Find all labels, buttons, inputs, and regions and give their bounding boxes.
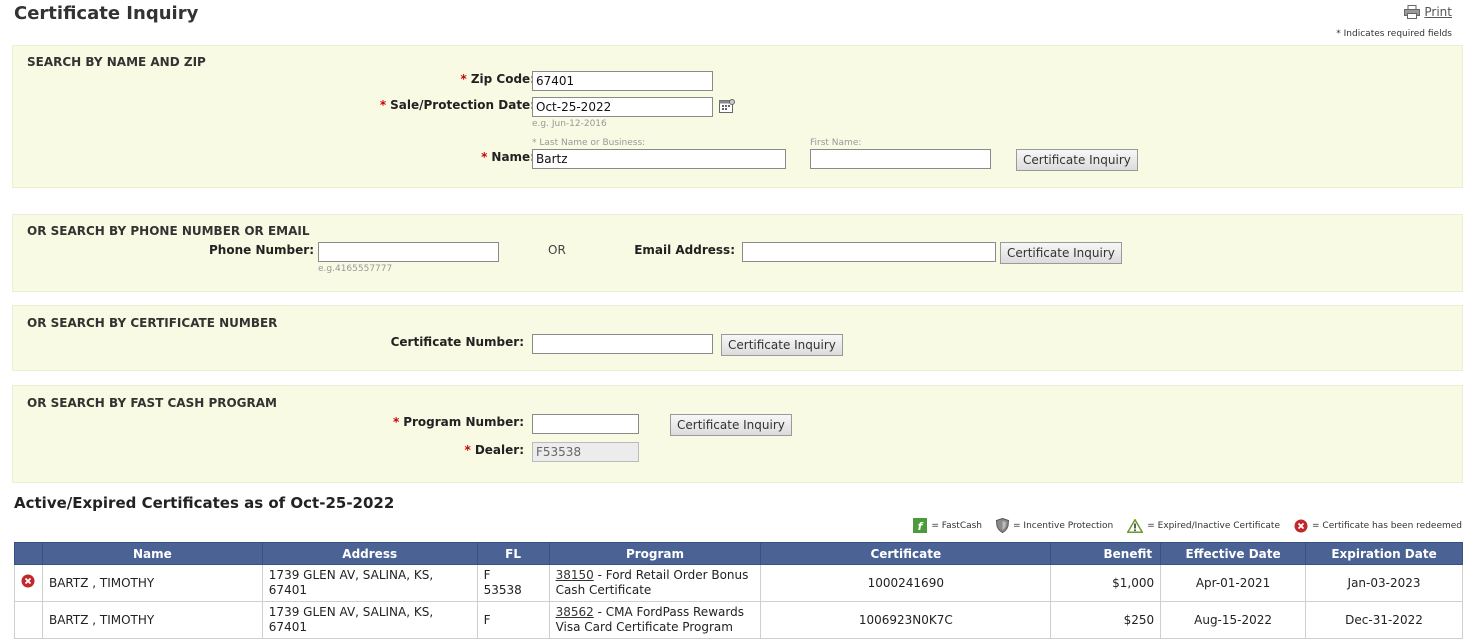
zip-code-input[interactable] <box>532 71 713 91</box>
search-by-fast-cash-panel: OR SEARCH BY FAST CASH PROGRAM * Program … <box>12 385 1463 483</box>
sale-protection-date-input[interactable] <box>532 97 713 117</box>
last-name-input[interactable] <box>532 149 786 169</box>
legend-expired: = Expired/Inactive Certificate <box>1127 518 1280 533</box>
row-benefit: $1,000 <box>1050 564 1162 602</box>
phone-format-hint: e.g.4165557777 <box>318 264 393 274</box>
certificate-inquiry-button-name[interactable]: Certificate Inquiry <box>1016 149 1138 171</box>
program-link[interactable]: 38562 <box>556 605 594 619</box>
first-name-input[interactable] <box>810 149 991 169</box>
dealer-input <box>532 442 639 462</box>
row-program: 38562 - CMA FordPass Rewards Visa Card Ce… <box>548 601 762 639</box>
calendar-icon[interactable] <box>719 98 735 118</box>
row-name: BARTZ , TIMOTHY <box>41 601 263 639</box>
program-number-label: * Program Number: <box>392 415 524 429</box>
row-address: 1739 GLEN AV, SALINA, KS, 67401 <box>261 564 478 602</box>
shield-icon <box>996 518 1010 533</box>
date-format-hint: e.g. Jun-12-2016 <box>532 119 607 129</box>
fastcash-icon: f <box>913 518 928 533</box>
legend-redeemed: = Certificate has been redeemed <box>1294 519 1462 533</box>
row-certificate: 1006923N0K7C <box>760 601 1052 639</box>
results-heading: Active/Expired Certificates as of Oct-25… <box>14 494 395 512</box>
column-header-expiration-date: Expiration Date <box>1305 542 1463 565</box>
row-certificate: 1000241690 <box>760 564 1052 602</box>
name-label: * Name: <box>481 150 535 164</box>
row-expiration-date: Jan-03-2023 <box>1305 564 1463 602</box>
row-program: 38150 - Ford Retail Order Bonus Cash Cert… <box>548 564 762 602</box>
phone-number-input[interactable] <box>318 242 499 262</box>
redeemed-icon <box>21 574 35 588</box>
row-status-cell <box>14 601 43 639</box>
search-by-phone-email-panel: OR SEARCH BY PHONE NUMBER OR EMAIL Phone… <box>12 214 1463 292</box>
required-fields-note: * Indicates required fields <box>1336 29 1452 39</box>
sale-protection-date-label: * Sale/Protection Date: <box>379 98 535 112</box>
first-name-hint: First Name: <box>810 138 862 148</box>
column-header-program: Program <box>548 542 762 565</box>
certificate-inquiry-button-fast-cash[interactable]: Certificate Inquiry <box>670 414 792 436</box>
row-address: 1739 GLEN AV, SALINA, KS, 67401 <box>261 601 478 639</box>
legend-fastcash: f = FastCash <box>913 518 982 533</box>
or-separator: OR <box>548 243 566 257</box>
row-effective-date: Aug-15-2022 <box>1160 601 1307 639</box>
column-header-address: Address <box>261 542 478 565</box>
row-benefit: $250 <box>1050 601 1162 639</box>
program-number-input[interactable] <box>532 414 639 434</box>
print-link[interactable]: Print <box>1404 5 1452 19</box>
table-header-row: Name Address FL Program Certificate Bene… <box>14 542 1463 565</box>
column-header-status <box>14 542 43 565</box>
program-link[interactable]: 38150 <box>556 568 594 582</box>
row-fl: F <box>476 601 550 639</box>
column-header-certificate: Certificate <box>760 542 1052 565</box>
redeemed-icon <box>1294 519 1308 532</box>
row-status-cell <box>14 564 43 602</box>
search-by-certificate-panel: OR SEARCH BY CERTIFICATE NUMBER Certific… <box>12 305 1463 371</box>
legend: f = FastCash = Incentive Protection = Ex… <box>913 518 1462 533</box>
column-header-effective-date: Effective Date <box>1160 542 1307 565</box>
page-title: Certificate Inquiry <box>14 3 199 24</box>
print-label: Print <box>1424 5 1452 19</box>
column-header-benefit: Benefit <box>1050 542 1162 565</box>
email-address-label: Email Address: <box>634 243 735 257</box>
certificate-number-label: Certificate Number: <box>390 335 524 349</box>
legend-incentive-protection: = Incentive Protection <box>996 518 1113 533</box>
row-name: BARTZ , TIMOTHY <box>41 564 263 602</box>
dealer-label: * Dealer: <box>464 443 524 457</box>
row-fl: F 53538 <box>476 564 550 602</box>
column-header-fl: FL <box>476 542 550 565</box>
panel-title-phone-email: OR SEARCH BY PHONE NUMBER OR EMAIL <box>27 224 310 238</box>
search-by-name-zip-panel: SEARCH BY NAME AND ZIP *Zip Code: *Sale/… <box>12 45 1463 188</box>
table-row: BARTZ , TIMOTHY 1739 GLEN AV, SALINA, KS… <box>14 601 1463 639</box>
last-name-hint: * Last Name or Business: <box>532 138 646 148</box>
certificates-table: Name Address FL Program Certificate Bene… <box>14 542 1463 639</box>
panel-title-certificate: OR SEARCH BY CERTIFICATE NUMBER <box>27 316 278 330</box>
row-effective-date: Apr-01-2021 <box>1160 564 1307 602</box>
certificate-number-input[interactable] <box>532 334 713 354</box>
row-expiration-date: Dec-31-2022 <box>1305 601 1463 639</box>
panel-title-fast-cash: OR SEARCH BY FAST CASH PROGRAM <box>27 396 277 410</box>
column-header-name: Name <box>41 542 263 565</box>
printer-icon <box>1404 5 1421 19</box>
table-row: BARTZ , TIMOTHY 1739 GLEN AV, SALINA, KS… <box>14 564 1463 602</box>
email-address-input[interactable] <box>742 242 996 262</box>
certificate-inquiry-button-cert[interactable]: Certificate Inquiry <box>721 334 843 356</box>
warning-icon <box>1127 518 1144 533</box>
panel-title-name-zip: SEARCH BY NAME AND ZIP <box>27 55 206 69</box>
certificate-inquiry-button-phone[interactable]: Certificate Inquiry <box>1000 242 1122 264</box>
phone-number-label: Phone Number: <box>209 243 314 257</box>
zip-code-label: * Zip Code: <box>460 72 535 86</box>
